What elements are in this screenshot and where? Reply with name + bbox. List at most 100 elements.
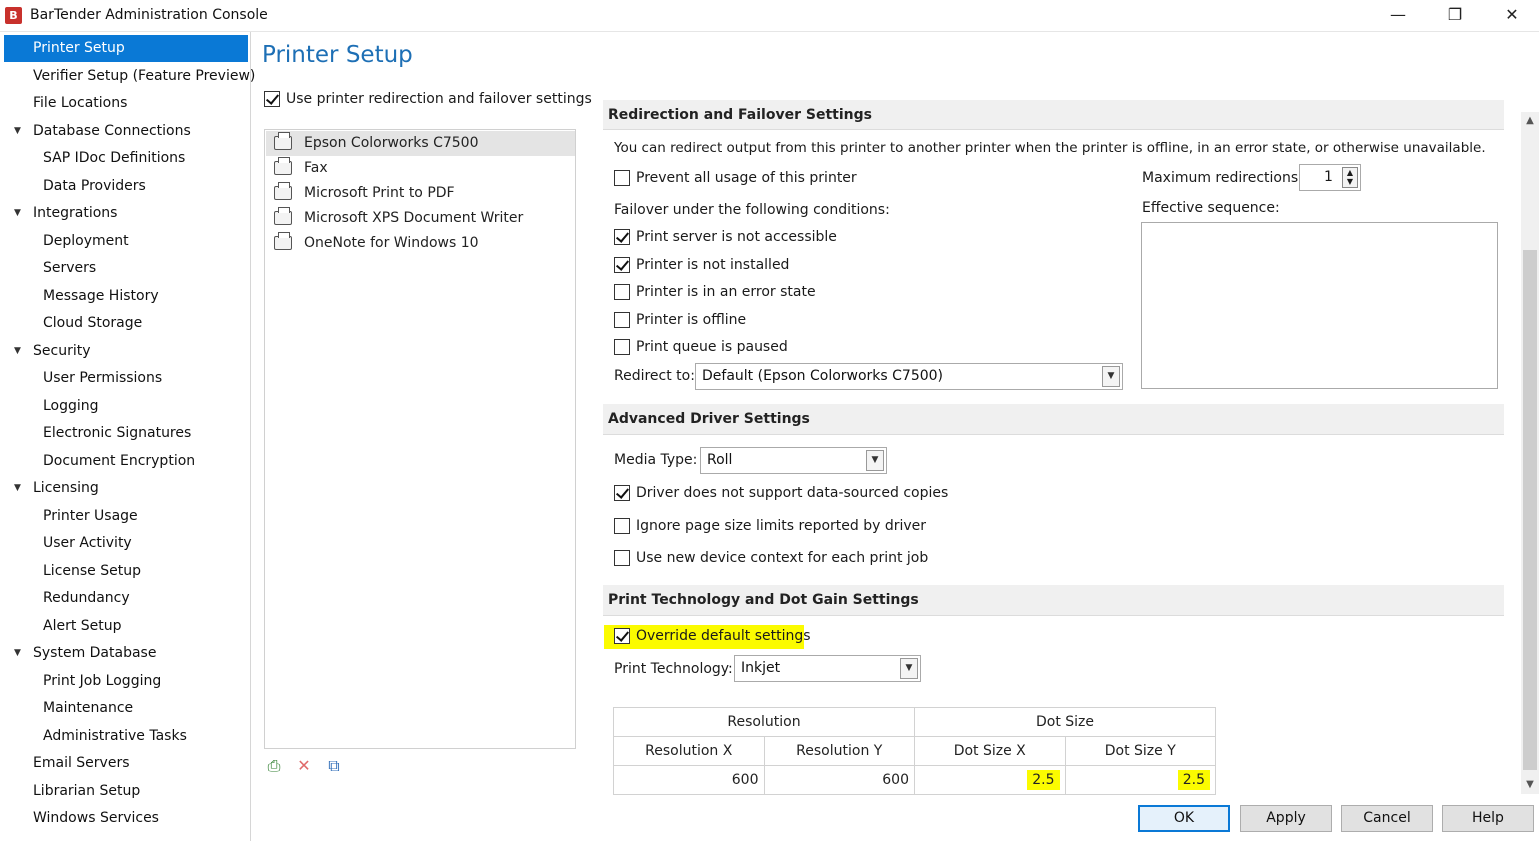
sidebar-item-label: Email Servers: [33, 755, 130, 771]
sidebar-item-verifier-setup-feature-preview[interactable]: Verifier Setup (Feature Preview): [4, 63, 255, 90]
sidebar-item-logging[interactable]: Logging: [4, 393, 248, 420]
chevron-down-icon[interactable]: ▼: [1102, 366, 1120, 387]
sidebar-item-print-job-logging[interactable]: Print Job Logging: [4, 668, 248, 695]
sidebar-item-security[interactable]: ▼ Security: [4, 338, 248, 365]
printer-list-item[interactable]: Microsoft XPS Document Writer: [266, 206, 575, 231]
scroll-down-icon[interactable]: ▼: [1521, 776, 1539, 794]
sidebar-item-data-providers[interactable]: Data Providers: [4, 173, 248, 200]
chevron-down-icon[interactable]: ▼: [900, 658, 918, 679]
sidebar-item-label: Deployment: [43, 232, 129, 249]
sidebar-item-windows-services[interactable]: Windows Services: [4, 805, 248, 832]
expand-arrow-icon[interactable]: ▼: [14, 475, 21, 501]
resolution-y-cell[interactable]: 600: [763, 765, 915, 795]
driver-option-label: Use new device context for each print jo…: [636, 550, 929, 566]
add-printer-icon[interactable]: ⎙: [264, 756, 284, 776]
use-redirection-checkbox[interactable]: [264, 91, 280, 107]
max-redirections-value: 1: [1324, 169, 1333, 185]
expand-arrow-icon[interactable]: ▼: [14, 118, 21, 144]
title-bar: B BarTender Administration Console — ❐ ✕: [0, 0, 1539, 32]
override-default-label: Override default settings: [636, 628, 811, 644]
driver-option-checkbox[interactable]: [614, 485, 630, 501]
expand-arrow-icon[interactable]: ▼: [14, 640, 21, 666]
sidebar-item-label: Printer Usage: [43, 507, 138, 524]
media-type-dropdown[interactable]: Roll ▼: [700, 447, 887, 474]
failover-condition-checkbox[interactable]: [614, 229, 630, 245]
sidebar-item-sap-idoc-definitions[interactable]: SAP IDoc Definitions: [4, 145, 248, 172]
effective-sequence-list: [1141, 222, 1498, 389]
redirect-to-dropdown[interactable]: Default (Epson Colorworks C7500) ▼: [695, 363, 1123, 390]
failover-condition-checkbox[interactable]: [614, 311, 630, 328]
apply-button[interactable]: Apply: [1240, 805, 1332, 832]
override-default-checkbox[interactable]: [614, 628, 630, 644]
driver-option-checkbox[interactable]: [614, 550, 630, 566]
max-redirections-spinner[interactable]: 1 ▲ ▼: [1299, 164, 1361, 191]
sidebar-item-document-encryption[interactable]: Document Encryption: [4, 448, 248, 475]
copy-icon[interactable]: ⧉: [324, 756, 344, 776]
printer-list-item[interactable]: Microsoft Print to PDF: [266, 181, 575, 206]
close-button[interactable]: ✕: [1484, 0, 1539, 32]
sidebar-item-label: Maintenance: [43, 700, 134, 716]
sidebar-item-label: Message History: [43, 287, 159, 304]
sidebar-item-file-locations[interactable]: File Locations: [4, 90, 248, 117]
sidebar-item-administrative-tasks[interactable]: Administrative Tasks: [4, 723, 248, 750]
driver-option-checkbox[interactable]: [614, 517, 630, 534]
printer-list-item[interactable]: OneNote for Windows 10: [266, 231, 575, 256]
sidebar-item-cloud-storage[interactable]: Cloud Storage: [4, 310, 248, 337]
ok-button[interactable]: OK: [1138, 805, 1230, 832]
use-redirection-label: Use printer redirection and failover set…: [286, 91, 592, 107]
sidebar-item-electronic-signatures[interactable]: Electronic Signatures: [4, 420, 248, 447]
sidebar-item-alert-setup[interactable]: Alert Setup: [4, 613, 248, 640]
dot-size-x-cell[interactable]: 2.5: [914, 765, 1066, 795]
dot-size-y-header: Dot Size Y: [1064, 736, 1216, 766]
sidebar-item-system-database[interactable]: ▼ System Database: [4, 640, 248, 667]
sidebar-item-user-activity[interactable]: User Activity: [4, 530, 248, 557]
sidebar-item-integrations[interactable]: ▼ Integrations: [4, 200, 248, 227]
scroll-up-icon[interactable]: ▲: [1521, 112, 1539, 130]
sidebar-item-printer-usage[interactable]: Printer Usage: [4, 503, 248, 530]
sidebar-item-redundancy[interactable]: Redundancy: [4, 585, 248, 612]
driver-option-label: Driver does not support data-sourced cop…: [636, 485, 949, 501]
dot-size-y-cell[interactable]: 2.5: [1064, 765, 1216, 795]
prevent-usage-checkbox[interactable]: [614, 170, 630, 186]
failover-condition-checkbox[interactable]: [614, 284, 630, 300]
printer-name: Microsoft XPS Document Writer: [304, 210, 524, 226]
failover-condition-label: Printer is offline: [636, 311, 747, 328]
sidebar-item-maintenance[interactable]: Maintenance: [4, 695, 248, 722]
sidebar-item-message-history[interactable]: Message History: [4, 283, 248, 310]
sidebar-item-licensing[interactable]: ▼ Licensing: [4, 475, 248, 502]
redirect-to-value: Default (Epson Colorworks C7500): [702, 368, 944, 384]
spinner-arrows-icon[interactable]: ▲ ▼: [1342, 167, 1358, 188]
sidebar-item-user-permissions[interactable]: User Permissions: [4, 365, 248, 392]
sidebar-item-label: System Database: [33, 645, 157, 661]
resolution-x-cell[interactable]: 600: [613, 765, 765, 795]
sidebar-item-label: SAP IDoc Definitions: [43, 150, 186, 166]
chevron-down-icon[interactable]: ▼: [866, 450, 884, 471]
sidebar-item-deployment[interactable]: Deployment: [4, 228, 248, 255]
sidebar-item-license-setup[interactable]: License Setup: [4, 558, 248, 585]
sidebar-item-database-connections[interactable]: ▼ Database Connections: [4, 118, 248, 145]
main-scrollbar[interactable]: ▲ ▼: [1521, 112, 1539, 794]
sidebar-item-email-servers[interactable]: Email Servers: [4, 750, 248, 777]
failover-condition-checkbox[interactable]: [614, 256, 630, 273]
expand-arrow-icon[interactable]: ▼: [14, 200, 21, 226]
printer-list-item[interactable]: Fax: [266, 156, 575, 181]
failover-condition-checkbox[interactable]: [614, 339, 630, 355]
cancel-button[interactable]: Cancel: [1341, 805, 1433, 832]
delete-icon[interactable]: ✕: [294, 756, 314, 776]
sidebar-item-servers[interactable]: Servers: [4, 255, 248, 282]
scrollbar-thumb[interactable]: [1523, 250, 1537, 770]
sidebar-item-label: Integrations: [33, 205, 118, 221]
help-button[interactable]: Help: [1442, 805, 1534, 832]
sidebar-item-librarian-setup[interactable]: Librarian Setup: [4, 778, 248, 805]
print-tech-section-header: Print Technology and Dot Gain Settings: [603, 585, 1504, 616]
sidebar-item-label: Security: [33, 342, 91, 359]
effective-sequence-label: Effective sequence:: [1142, 200, 1280, 216]
print-technology-dropdown[interactable]: Inkjet ▼: [734, 655, 921, 682]
sidebar-item-printer-setup[interactable]: Printer Setup: [4, 35, 248, 62]
expand-arrow-icon[interactable]: ▼: [14, 338, 21, 364]
printer-list-item[interactable]: Epson Colorworks C7500: [266, 131, 575, 156]
restore-button[interactable]: ❐: [1427, 0, 1483, 32]
printer-list[interactable]: Epson Colorworks C7500 Fax Microsoft Print…: [264, 129, 576, 749]
resolution-group-header: Resolution: [613, 707, 915, 737]
minimize-button[interactable]: —: [1370, 0, 1426, 32]
